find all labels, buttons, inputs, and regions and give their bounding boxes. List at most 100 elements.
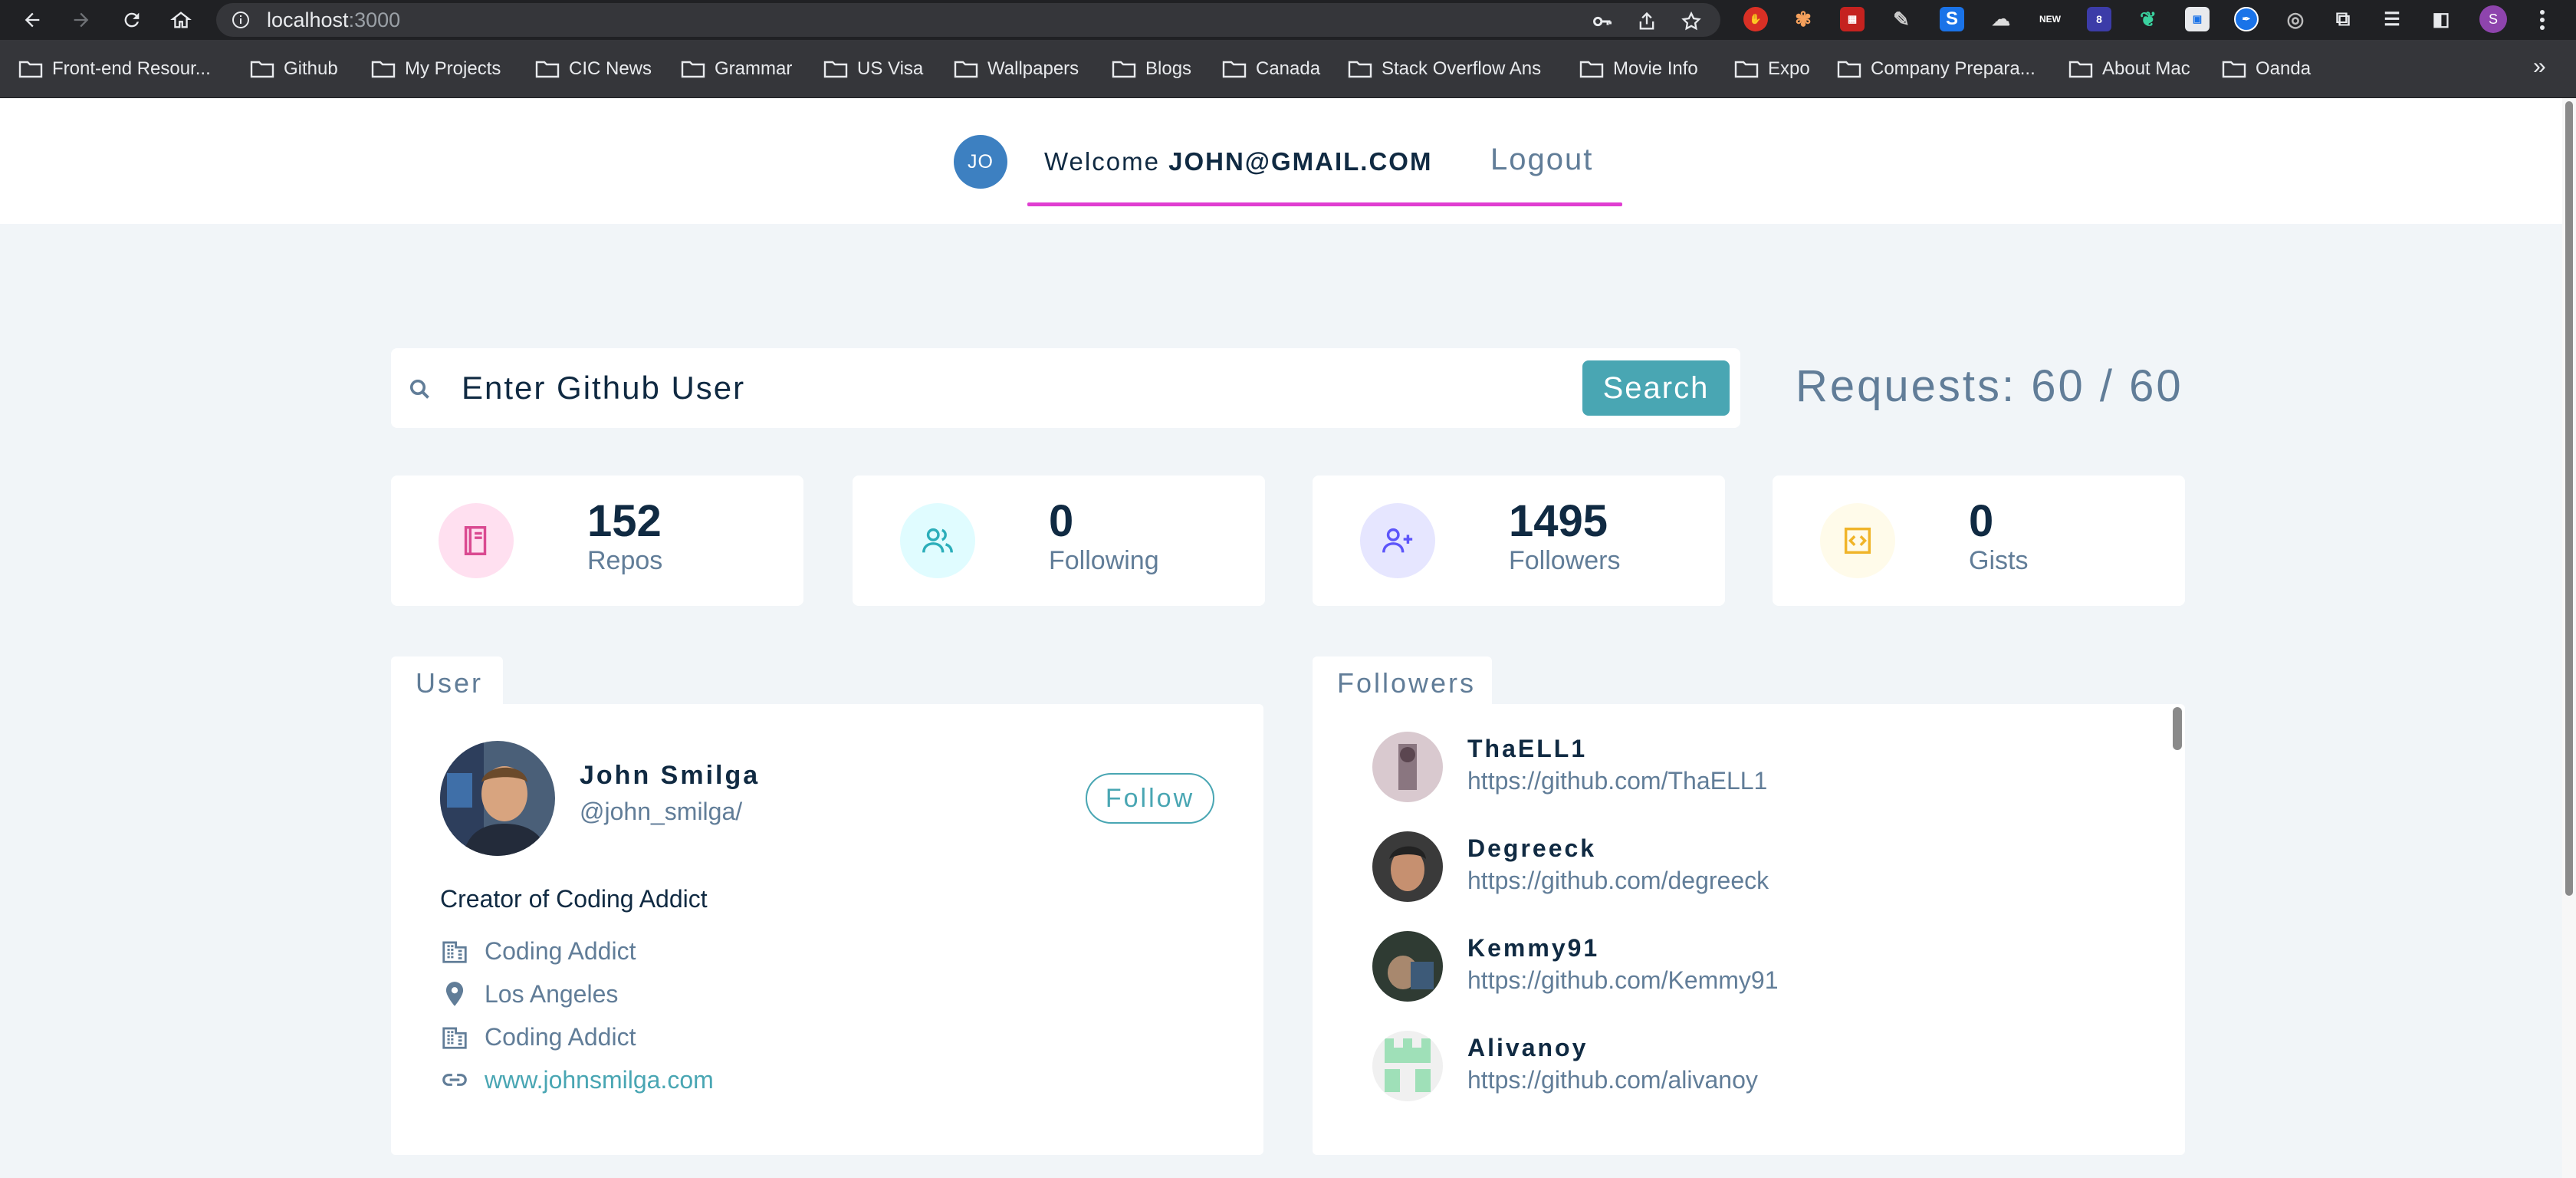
follow-button[interactable]: Follow	[1086, 773, 1214, 824]
extension-wp-icon[interactable]: ◎	[2283, 7, 2308, 31]
extension-grid-icon[interactable]: ▦	[1840, 7, 1865, 31]
bookmark-folder[interactable]: US Visa	[823, 55, 923, 83]
stat-icon-circle	[1820, 503, 1895, 578]
follower-avatar	[1372, 931, 1443, 1002]
extension-feather-icon[interactable]: ✒	[2234, 7, 2259, 31]
bookmark-folder[interactable]: CIC News	[535, 55, 652, 83]
stat-value: 152	[587, 496, 662, 546]
address-bar[interactable]: localhost:3000	[216, 3, 1720, 37]
bookmark-folder[interactable]: Blogs	[1112, 55, 1191, 83]
user-location-row: Los Angeles	[440, 977, 618, 1011]
stat-label: Following	[1049, 546, 1159, 575]
bookmark-folder[interactable]: Stack Overflow Ans	[1348, 55, 1541, 83]
building-icon	[442, 1027, 467, 1049]
follower-avatar-image	[1372, 831, 1443, 902]
follower-url[interactable]: https://github.com/Kemmy91	[1467, 966, 1779, 995]
search-icon	[409, 379, 429, 399]
extension-cloud-icon[interactable]: ☁	[1989, 7, 2013, 31]
forward-button[interactable]	[66, 5, 97, 35]
more-bookmarks-button[interactable]: »	[2533, 54, 2546, 80]
stat-icon-circle	[439, 503, 514, 578]
welcome-text: Welcome JOHN@GMAIL.COM	[1044, 147, 1433, 176]
page-scrollbar-thumb[interactable]	[2565, 101, 2573, 896]
extension-badge-icon[interactable]: 8	[2087, 7, 2111, 31]
followers-scrollbar-thumb[interactable]	[2173, 707, 2182, 750]
follower-name: ThaELL1	[1467, 735, 1588, 762]
followers-card: ThaELL1 https://github.com/ThaELL1 Degre…	[1313, 704, 2185, 1155]
user-blog-link[interactable]: www.johnsmilga.com	[485, 1066, 714, 1094]
back-button[interactable]	[17, 5, 48, 35]
extension-pen-icon[interactable]: ✎	[1889, 7, 1914, 31]
follower-avatar	[1372, 1031, 1443, 1101]
stat-icon-circle	[900, 503, 975, 578]
bookmark-folder[interactable]: Wallpapers	[954, 55, 1079, 83]
user-bio: Creator of Coding Addict	[440, 885, 708, 913]
user-company-row: Coding Addict	[440, 934, 636, 968]
follower-avatar	[1372, 732, 1443, 802]
code-icon	[1844, 527, 1871, 554]
user-photo-image	[440, 741, 555, 856]
side-panel-icon[interactable]: ◧	[2429, 7, 2453, 31]
folder-icon	[1222, 61, 1247, 78]
bookmark-folder[interactable]: Canada	[1222, 55, 1320, 83]
bookmark-folder[interactable]: Company Prepara...	[1837, 55, 2036, 83]
bookmark-folder[interactable]: Movie Info	[1579, 55, 1698, 83]
key-icon[interactable]	[1592, 11, 1613, 32]
folder-icon	[18, 61, 43, 78]
folder-icon	[250, 61, 274, 78]
extension-s-icon[interactable]: S	[1940, 7, 1964, 31]
logout-button[interactable]: Logout	[1490, 143, 1593, 177]
follower-avatar	[1372, 831, 1443, 902]
avatar: JO	[954, 135, 1007, 189]
home-button[interactable]	[166, 5, 196, 35]
follower-url[interactable]: https://github.com/ThaELL1	[1467, 767, 1767, 795]
app-navbar: JO Welcome JOHN@GMAIL.COM Logout	[0, 98, 2562, 224]
folder-icon	[1579, 61, 1604, 78]
menu-kebab-icon[interactable]	[2528, 6, 2556, 34]
folder-icon	[954, 61, 978, 78]
folder-icon	[681, 61, 705, 78]
arrow-right-icon	[74, 12, 89, 28]
info-icon	[232, 12, 249, 28]
requests-counter: Requests: 60 / 60	[1796, 361, 2183, 411]
profile-avatar[interactable]: S	[2479, 5, 2507, 33]
reading-list-icon[interactable]: ☰	[2380, 7, 2404, 31]
extension-window-icon[interactable]: ▣	[2185, 7, 2210, 31]
stat-card-following: 0 Following	[853, 475, 1265, 606]
user-name: John Smilga	[580, 761, 761, 790]
bookmark-folder[interactable]: Oanda	[2222, 55, 2311, 83]
folder-icon	[1112, 61, 1136, 78]
follower-avatar-image	[1372, 732, 1443, 802]
follower-avatar-image	[1372, 1031, 1443, 1101]
bookmark-folder[interactable]: My Projects	[371, 55, 501, 83]
extension-adblock-icon[interactable]: ✋	[1743, 7, 1768, 31]
bookmarks-bar: Front-end Resour... Github My Projects C…	[0, 40, 2576, 98]
folder-icon	[371, 61, 396, 78]
search-button[interactable]: Search	[1582, 360, 1730, 416]
stat-label: Gists	[1969, 546, 2029, 575]
user-company: Coding Addict	[485, 936, 636, 965]
extension-cookie-icon[interactable]: ✾	[1791, 7, 1815, 31]
folder-icon	[1348, 61, 1372, 78]
bookmark-folder[interactable]: Github	[250, 55, 338, 83]
extension-new-icon[interactable]: NEW	[2038, 7, 2062, 31]
bookmark-folder[interactable]: Grammar	[681, 55, 792, 83]
book-icon	[464, 526, 487, 555]
extension-leaf-icon[interactable]: ❦	[2136, 7, 2160, 31]
stat-card-followers: 1495 Followers	[1313, 475, 1725, 606]
follower-url[interactable]: https://github.com/degreeck	[1467, 867, 1769, 895]
home-icon	[170, 12, 192, 28]
folder-icon	[2068, 61, 2093, 78]
bookmark-folder[interactable]: Front-end Resour...	[18, 55, 211, 83]
user-location: Los Angeles	[485, 979, 619, 1008]
follower-url[interactable]: https://github.com/alivanoy	[1467, 1066, 1758, 1094]
bookmark-folder[interactable]: Expo	[1734, 55, 1810, 83]
stat-value: 0	[1969, 496, 1994, 546]
search-input[interactable]	[462, 364, 1566, 413]
share-icon[interactable]	[1636, 11, 1658, 32]
extensions-puzzle-icon[interactable]: ⧉	[2331, 7, 2355, 31]
folder-icon	[1837, 61, 1861, 78]
bookmark-folder[interactable]: About Mac	[2068, 55, 2190, 83]
star-icon[interactable]	[1681, 11, 1702, 32]
reload-button[interactable]	[117, 5, 147, 35]
